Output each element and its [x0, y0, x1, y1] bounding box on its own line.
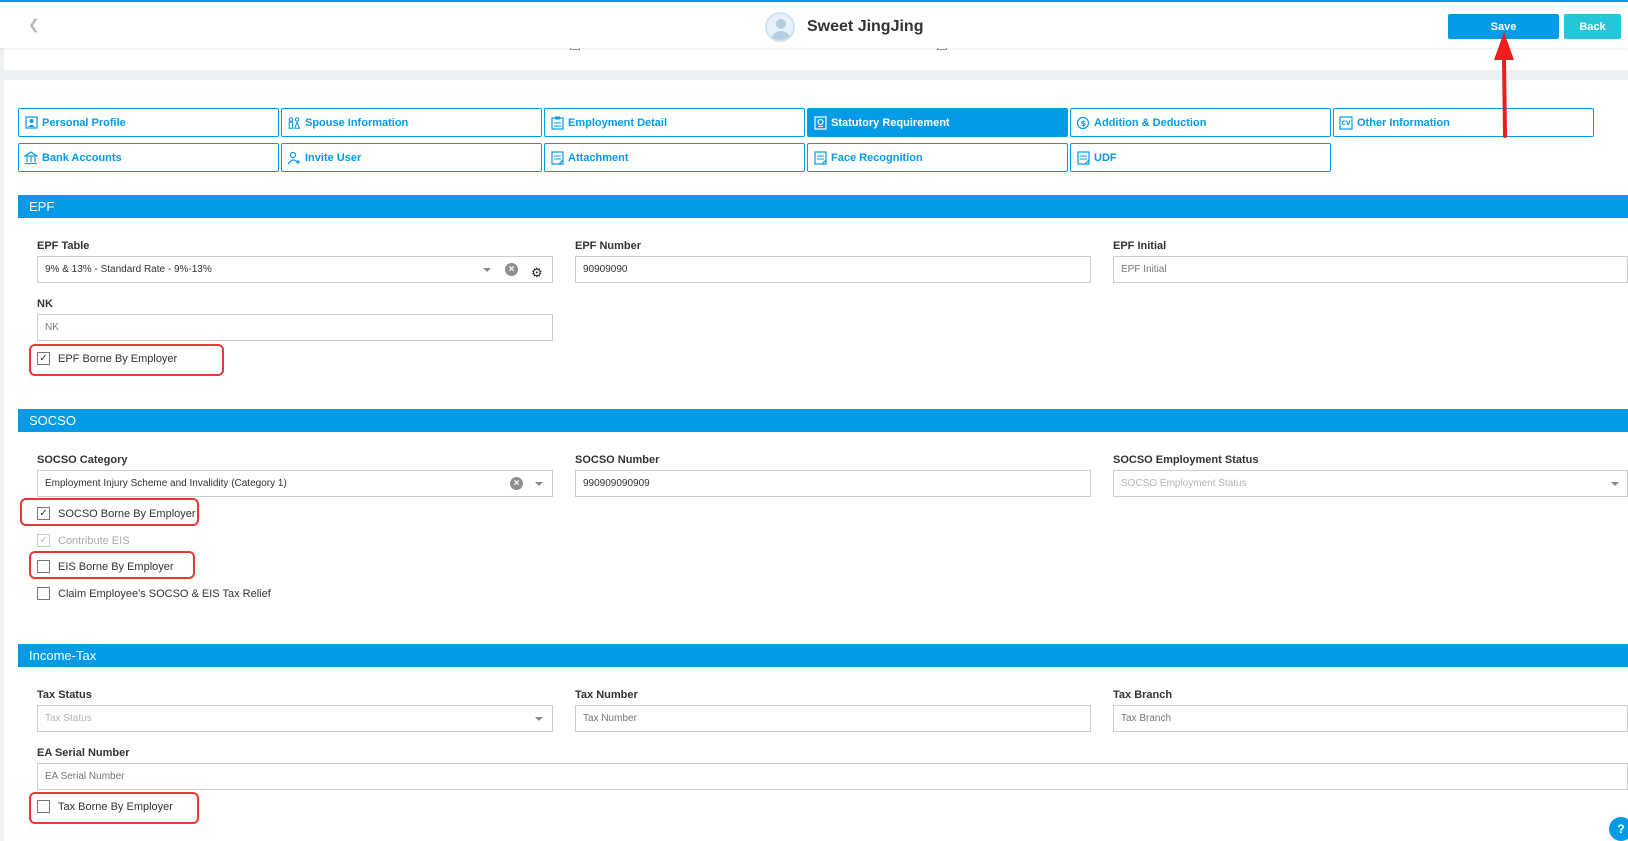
clear-icon[interactable]: ×: [505, 263, 518, 276]
chevron-down-icon[interactable]: [483, 268, 491, 272]
person-icon: [24, 116, 38, 130]
tax-relief-checkbox[interactable]: [37, 587, 50, 600]
tab-label: Employment Detail: [568, 116, 668, 129]
back-chevron-icon[interactable]: ❮: [28, 16, 40, 33]
socso-status-select[interactable]: SOCSO Employment Status: [1113, 470, 1628, 497]
tax-status-placeholder: Tax Status: [45, 713, 92, 724]
cv-icon: CV: [1339, 115, 1353, 130]
money-icon: $: [1076, 116, 1090, 130]
tab-face-recognition[interactable]: Face Recognition: [807, 143, 1068, 172]
socso-number-label: SOCSO Number: [575, 454, 660, 466]
ea-serial-field[interactable]: [37, 763, 1628, 790]
tab-label: Bank Accounts: [42, 151, 122, 164]
socso-number-field[interactable]: [575, 470, 1091, 497]
tax-number-label: Tax Number: [575, 689, 638, 701]
epf-number-label: EPF Number: [575, 240, 642, 252]
avatar: [765, 12, 795, 42]
bank-icon: [24, 150, 38, 165]
tab-statutory-requirement[interactable]: Statutory Requirement: [807, 108, 1068, 137]
chevron-down-icon[interactable]: [535, 717, 543, 721]
couple-icon: [287, 116, 301, 130]
tab-label: Addition & Deduction: [1094, 116, 1207, 129]
employee-header: Sweet JingJing: [765, 12, 923, 42]
tax-status-label: Tax Status: [37, 689, 92, 701]
tab-label: Invite User: [305, 151, 362, 164]
tab-attachment[interactable]: Attachment: [544, 143, 805, 172]
socso-category-select[interactable]: Employment Injury Scheme and Invalidity …: [37, 470, 553, 497]
socso-section-header: SOCSO: [18, 409, 1628, 432]
epf-initial-label: EPF Initial: [1113, 240, 1167, 252]
back-button[interactable]: Back: [1564, 14, 1621, 39]
save-button[interactable]: Save: [1448, 14, 1559, 39]
chevron-down-icon[interactable]: [1611, 482, 1619, 486]
tab-label: Personal Profile: [42, 116, 126, 129]
highlight-box: [29, 344, 224, 376]
nk-field[interactable]: [37, 314, 553, 341]
income-tax-section-header: Income-Tax: [18, 644, 1628, 667]
document-icon: [813, 150, 827, 165]
tax-branch-field[interactable]: [1113, 705, 1628, 732]
tab-label: Statutory Requirement: [831, 116, 950, 129]
tab-label: Other Information: [1357, 116, 1450, 129]
epf-table-label: EPF Table: [37, 240, 90, 252]
tab-other-information[interactable]: CV Other Information: [1333, 108, 1594, 137]
tab-label: Attachment: [568, 151, 629, 164]
tab-spouse-information[interactable]: Spouse Information: [281, 108, 542, 137]
nk-label: NK: [37, 298, 53, 310]
socso-status-label: SOCSO Employment Status: [1113, 454, 1259, 466]
highlight-box: [20, 498, 199, 526]
tax-status-select[interactable]: Tax Status: [37, 705, 553, 732]
tab-bank-accounts[interactable]: Bank Accounts: [18, 143, 279, 172]
epf-number-field[interactable]: [575, 256, 1091, 283]
gear-icon[interactable]: ⚙: [531, 260, 543, 285]
socso-category-label: SOCSO Category: [37, 454, 128, 466]
socso-status-placeholder: SOCSO Employment Status: [1121, 478, 1247, 489]
page-title: Sweet JingJing: [807, 18, 924, 35]
help-icon[interactable]: ?: [1609, 817, 1628, 841]
tab-label: Spouse Information: [305, 116, 409, 129]
tab-label: UDF: [1094, 151, 1117, 164]
epf-table-select[interactable]: 9% & 13% - Standard Rate - 9%-13% × ⚙: [37, 256, 553, 283]
epf-section-header: EPF: [18, 195, 1628, 218]
highlight-box: [29, 792, 199, 824]
tab-invite-user[interactable]: Invite User: [281, 143, 542, 172]
tab-personal-profile[interactable]: Personal Profile: [18, 108, 279, 137]
tax-relief-label: Claim Employee's SOCSO & EIS Tax Relief: [58, 588, 271, 600]
top-bar: ❮ Sweet JingJing Save Back: [0, 0, 1628, 48]
tab-udf[interactable]: UDF: [1070, 143, 1331, 172]
document-icon: [550, 150, 564, 165]
svg-text:CV: CV: [1342, 120, 1351, 127]
svg-text:$: $: [1081, 119, 1087, 128]
clear-icon[interactable]: ×: [510, 477, 523, 490]
tax-branch-label: Tax Branch: [1113, 689, 1173, 701]
ea-serial-label: EA Serial Number: [37, 747, 130, 759]
tab-employment-detail[interactable]: Employment Detail: [544, 108, 805, 137]
clipboard-icon: [550, 116, 564, 130]
tab-addition-deduction[interactable]: $ Addition & Deduction: [1070, 108, 1331, 137]
add-user-icon: [287, 151, 301, 165]
socso-category-value: Employment Injury Scheme and Invalidity …: [45, 478, 287, 489]
contribute-eis-label: Contribute EIS: [58, 535, 130, 547]
epf-initial-field[interactable]: [1113, 256, 1628, 283]
document-icon: [1076, 150, 1090, 165]
badge-icon: [813, 115, 827, 130]
tab-label: Face Recognition: [831, 151, 923, 164]
epf-table-value: 9% & 13% - Standard Rate - 9%-13%: [45, 264, 212, 275]
tax-number-field[interactable]: [575, 705, 1091, 732]
chevron-down-icon[interactable]: [535, 482, 543, 486]
highlight-box: [29, 551, 195, 579]
contribute-eis-checkbox: ✓: [37, 534, 50, 547]
